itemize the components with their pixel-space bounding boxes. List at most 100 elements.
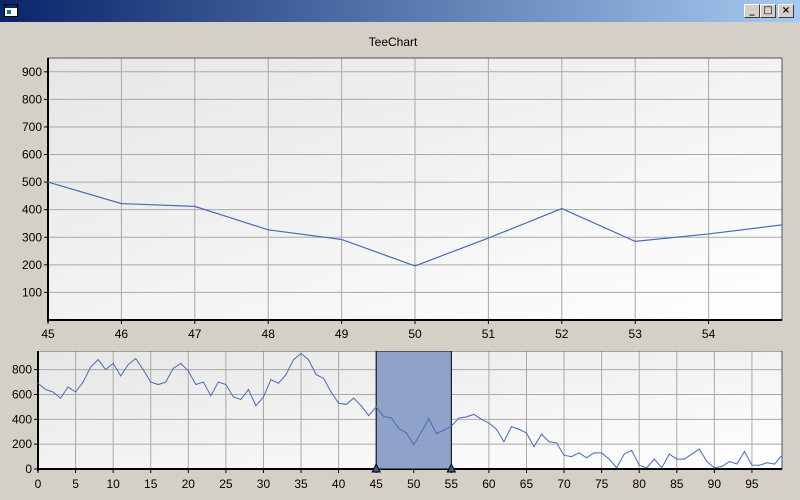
data-point <box>563 454 565 456</box>
y-tick-label: 400 <box>12 412 32 426</box>
x-tick-label: 49 <box>335 327 349 341</box>
data-point <box>487 237 489 239</box>
data-point <box>285 374 287 376</box>
data-point <box>668 453 670 455</box>
data-point <box>267 229 269 231</box>
zoom-selection-box[interactable] <box>375 351 452 470</box>
data-point <box>414 265 416 267</box>
data-point <box>601 452 603 454</box>
data-point <box>360 405 362 407</box>
data-point <box>345 403 347 405</box>
maximize-button[interactable]: □ <box>760 4 776 18</box>
title-bar[interactable]: _ □ × <box>0 0 800 22</box>
data-point <box>105 369 107 371</box>
y-tick-label: 200 <box>22 258 42 272</box>
data-point <box>450 425 452 427</box>
data-point <box>578 452 580 454</box>
data-point <box>293 359 295 361</box>
data-point <box>341 238 343 241</box>
data-point <box>435 433 437 435</box>
data-point <box>676 458 678 460</box>
data-point <box>743 451 745 453</box>
data-point <box>270 379 272 381</box>
data-point <box>510 426 512 428</box>
data-point <box>195 384 197 386</box>
data-point <box>45 389 47 391</box>
data-point <box>277 382 279 384</box>
main-line-chart[interactable]: 100 200 300 400 500 600 700 800 900 45 46 47 48 49 50 5… <box>3 23 797 351</box>
data-point <box>390 417 392 419</box>
data-point <box>623 453 625 455</box>
data-point <box>593 452 595 454</box>
data-point <box>766 462 768 464</box>
chart-title: TeeChart <box>369 35 418 49</box>
data-point <box>82 381 84 383</box>
data-point <box>90 366 92 368</box>
y-tick-label: 300 <box>22 230 42 244</box>
data-point <box>187 370 189 372</box>
y-tick-label: 100 <box>22 285 42 299</box>
data-point <box>338 402 340 404</box>
x-tick-label: 60 <box>482 477 496 491</box>
data-point <box>480 418 482 420</box>
y-tick-label: 400 <box>22 203 42 217</box>
data-point <box>503 441 505 443</box>
data-point <box>488 422 490 424</box>
x-tick-label: 54 <box>702 327 716 341</box>
data-point <box>150 381 152 383</box>
data-point <box>97 359 99 361</box>
y-tick-label: 600 <box>22 148 42 162</box>
x-tick-label: 5 <box>72 477 79 491</box>
x-tick-label: 0 <box>35 477 42 491</box>
data-point <box>683 458 685 460</box>
data-point <box>525 432 527 434</box>
data-point <box>541 433 543 435</box>
data-point <box>67 386 69 388</box>
data-point <box>721 466 723 468</box>
x-tick-label: 10 <box>106 477 120 491</box>
data-point <box>262 396 264 398</box>
data-point <box>60 397 62 399</box>
data-point <box>713 467 715 469</box>
data-point <box>708 233 710 235</box>
data-point <box>217 381 219 383</box>
data-point <box>247 389 249 391</box>
data-point <box>608 458 610 460</box>
data-point <box>413 444 415 446</box>
chart-client-area: 100 200 300 400 500 600 700 800 900 45 46 47 48 49 50 5… <box>3 23 797 497</box>
data-point <box>420 431 422 433</box>
y-tick-label: 200 <box>12 437 32 451</box>
app-window-icon[interactable] <box>4 4 18 17</box>
data-point <box>112 362 114 364</box>
data-point <box>698 448 700 450</box>
y-tick-label: 900 <box>22 65 42 79</box>
x-tick-label: 80 <box>633 477 647 491</box>
data-point <box>646 467 648 469</box>
data-point <box>586 457 588 459</box>
data-point <box>127 364 129 366</box>
data-point <box>165 381 167 383</box>
x-tick-label: 95 <box>745 477 759 491</box>
data-point <box>383 416 385 418</box>
data-point <box>495 428 497 430</box>
data-point <box>330 391 332 393</box>
data-point <box>548 441 550 443</box>
minimize-button[interactable]: _ <box>744 4 760 18</box>
data-point <box>661 467 663 469</box>
close-button[interactable]: × <box>778 4 794 18</box>
x-tick-label: 75 <box>595 477 609 491</box>
data-point <box>473 413 475 415</box>
data-point <box>533 446 535 448</box>
data-point <box>315 374 317 376</box>
x-tick-label: 70 <box>557 477 571 491</box>
data-point <box>308 359 310 361</box>
data-point <box>142 369 144 371</box>
data-point <box>781 454 783 456</box>
x-tick-label: 52 <box>555 327 569 341</box>
data-point <box>781 224 783 226</box>
navigator-line-chart[interactable]: 0 200 400 600 800 0 5 10 15 20 25 30 35 40 45 50 55 60 65 7… <box>3 351 797 497</box>
x-tick-label: 48 <box>262 327 276 341</box>
y-tick-label: 800 <box>12 363 32 377</box>
data-point <box>398 427 400 429</box>
y-tick-label: 500 <box>22 175 42 189</box>
